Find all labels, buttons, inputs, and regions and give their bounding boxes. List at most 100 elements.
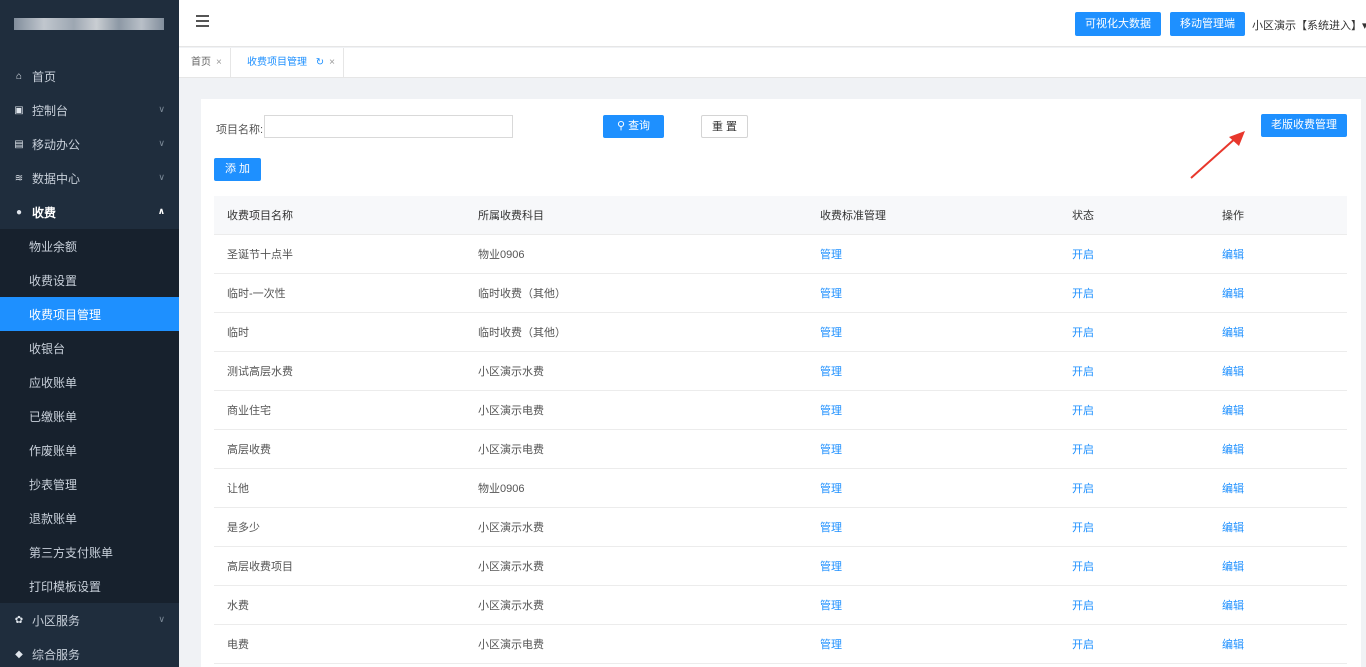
sidebar-item-console[interactable]: ▣ 控制台 ∨ (0, 93, 179, 127)
status-link[interactable]: 开启 (1068, 363, 1219, 379)
sidebar-item-data-center[interactable]: ≋ 数据中心 ∨ (0, 161, 179, 195)
submenu-item-meter-reading[interactable]: 抄表管理 (0, 467, 179, 501)
edit-link[interactable]: 编辑 (1219, 246, 1347, 262)
item-name-cell: 商业住宅 (227, 405, 271, 417)
item-name-cell: 测试高层水费 (227, 366, 293, 378)
charge-subject-cell: 临时收费（其他） (478, 327, 566, 339)
charge-subject-cell: 物业0906 (478, 483, 525, 495)
status-link[interactable]: 开启 (1068, 246, 1219, 262)
tab-home[interactable]: 首页 × (183, 48, 231, 78)
sidebar-item-label: 控制台 (32, 103, 69, 118)
charge-subject-cell: 小区演示电费 (478, 444, 544, 456)
manage-link[interactable]: 管理 (818, 246, 1068, 262)
edit-link[interactable]: 编辑 (1219, 285, 1347, 301)
add-button[interactable]: 添 加 (214, 158, 261, 181)
reset-button[interactable]: 重 置 (701, 115, 748, 138)
tab-label: 首页 (191, 57, 211, 68)
submenu-item-print-templates[interactable]: 打印模板设置 (0, 569, 179, 603)
table-row: 圣诞节十点半 物业0906 管理 开启 编辑 (214, 235, 1347, 274)
edit-link[interactable]: 编辑 (1219, 480, 1347, 496)
tab-charge-items[interactable]: 收费项目管理 ↻ × (239, 48, 345, 78)
submenu-item-refund-bills[interactable]: 退款账单 (0, 501, 179, 535)
table-row: 是多少 小区演示水费 管理 开启 编辑 (214, 508, 1347, 547)
logo (0, 0, 179, 47)
user-dropdown[interactable]: 小区演示【系统进入】▾ (1252, 17, 1366, 33)
submenu-item-receivable-bills[interactable]: 应收账单 (0, 365, 179, 399)
charge-subject-cell: 小区演示水费 (478, 522, 544, 534)
item-name-cell: 高层收费 (227, 444, 271, 456)
column-header: 所属收费科目 (478, 210, 544, 222)
close-icon[interactable]: × (329, 57, 335, 68)
submenu-item-property-balance[interactable]: 物业余额 (0, 229, 179, 263)
manage-link[interactable]: 管理 (818, 597, 1068, 613)
old-version-charge-button[interactable]: 老版收费管理 (1261, 114, 1347, 137)
edit-link[interactable]: 编辑 (1219, 363, 1347, 379)
item-name-cell: 圣诞节十点半 (227, 249, 293, 261)
project-name-input[interactable] (264, 115, 513, 138)
submenu-item-cashier[interactable]: 收银台 (0, 331, 179, 365)
edit-link[interactable]: 编辑 (1219, 402, 1347, 418)
column-header: 状态 (1072, 210, 1094, 222)
submenu-item-charge-items[interactable]: 收费项目管理 (0, 297, 179, 331)
monitor-icon: ▣ (14, 104, 24, 116)
item-name-cell: 高层收费项目 (227, 561, 293, 573)
edit-link[interactable]: 编辑 (1219, 441, 1347, 457)
charge-subject-cell: 小区演示电费 (478, 639, 544, 651)
sidebar-item-home[interactable]: ⌂ 首页 (0, 59, 179, 93)
edit-link[interactable]: 编辑 (1219, 597, 1347, 613)
charge-subject-cell: 小区演示水费 (478, 561, 544, 573)
close-icon[interactable]: × (216, 57, 222, 68)
table-row: 水费 小区演示水费 管理 开启 编辑 (214, 586, 1347, 625)
status-link[interactable]: 开启 (1068, 519, 1219, 535)
manage-link[interactable]: 管理 (818, 402, 1068, 418)
submenu-item-paid-bills[interactable]: 已缴账单 (0, 399, 179, 433)
charge-subject-cell: 物业0906 (478, 249, 525, 261)
bigdata-button[interactable]: 可视化大数据 (1075, 12, 1161, 36)
red-arrow-annotation (1190, 131, 1245, 179)
manage-link[interactable]: 管理 (818, 558, 1068, 574)
item-name-cell: 临时 (227, 327, 249, 339)
status-link[interactable]: 开启 (1068, 558, 1219, 574)
query-button[interactable]: ⚲ 查询 (603, 115, 664, 138)
column-header: 收费项目名称 (227, 210, 293, 222)
manage-link[interactable]: 管理 (818, 480, 1068, 496)
status-link[interactable]: 开启 (1068, 324, 1219, 340)
table-row: 测试高层水费 小区演示水费 管理 开启 编辑 (214, 352, 1347, 391)
table-row: 临时-一次性 临时收费（其他） 管理 开启 编辑 (214, 274, 1347, 313)
status-link[interactable]: 开启 (1068, 597, 1219, 613)
edit-link[interactable]: 编辑 (1219, 636, 1347, 652)
manage-link[interactable]: 管理 (818, 441, 1068, 457)
mobile-admin-button[interactable]: 移动管理端 (1170, 12, 1245, 36)
sidebar-item-community-service[interactable]: ✿ 小区服务 ∨ (0, 603, 179, 637)
item-name-cell: 水费 (227, 600, 249, 612)
query-button-label: 查询 (628, 120, 651, 132)
status-link[interactable]: 开启 (1068, 480, 1219, 496)
refresh-icon[interactable]: ↻ (316, 57, 324, 68)
status-link[interactable]: 开启 (1068, 441, 1219, 457)
submenu-item-third-party-bills[interactable]: 第三方支付账单 (0, 535, 179, 569)
status-link[interactable]: 开启 (1068, 285, 1219, 301)
manage-link[interactable]: 管理 (818, 636, 1068, 652)
chevron-down-icon: ∨ (158, 138, 165, 148)
sidebar-item-charge[interactable]: ● 收费 ∧ (0, 195, 179, 229)
project-name-label: 项目名称: (216, 124, 264, 136)
manage-link[interactable]: 管理 (818, 363, 1068, 379)
status-link[interactable]: 开启 (1068, 402, 1219, 418)
sidebar-item-label: 综合服务 (32, 647, 81, 662)
submenu-item-void-bills[interactable]: 作废账单 (0, 433, 179, 467)
edit-link[interactable]: 编辑 (1219, 519, 1347, 535)
menu-fold-icon[interactable] (196, 15, 209, 27)
sidebar-item-general-service[interactable]: ◆ 综合服务 (0, 637, 179, 667)
manage-link[interactable]: 管理 (818, 519, 1068, 535)
edit-link[interactable]: 编辑 (1219, 324, 1347, 340)
submenu-item-charge-settings[interactable]: 收费设置 (0, 263, 179, 297)
item-name-cell: 电费 (227, 639, 249, 651)
manage-link[interactable]: 管理 (818, 285, 1068, 301)
item-name-cell: 是多少 (227, 522, 260, 534)
edit-link[interactable]: 编辑 (1219, 558, 1347, 574)
manage-link[interactable]: 管理 (818, 324, 1068, 340)
charge-subject-cell: 小区演示水费 (478, 600, 544, 612)
sidebar-item-mobile-office[interactable]: ▤ 移动办公 ∨ (0, 127, 179, 161)
briefcase-icon: ▤ (14, 138, 24, 150)
status-link[interactable]: 开启 (1068, 636, 1219, 652)
